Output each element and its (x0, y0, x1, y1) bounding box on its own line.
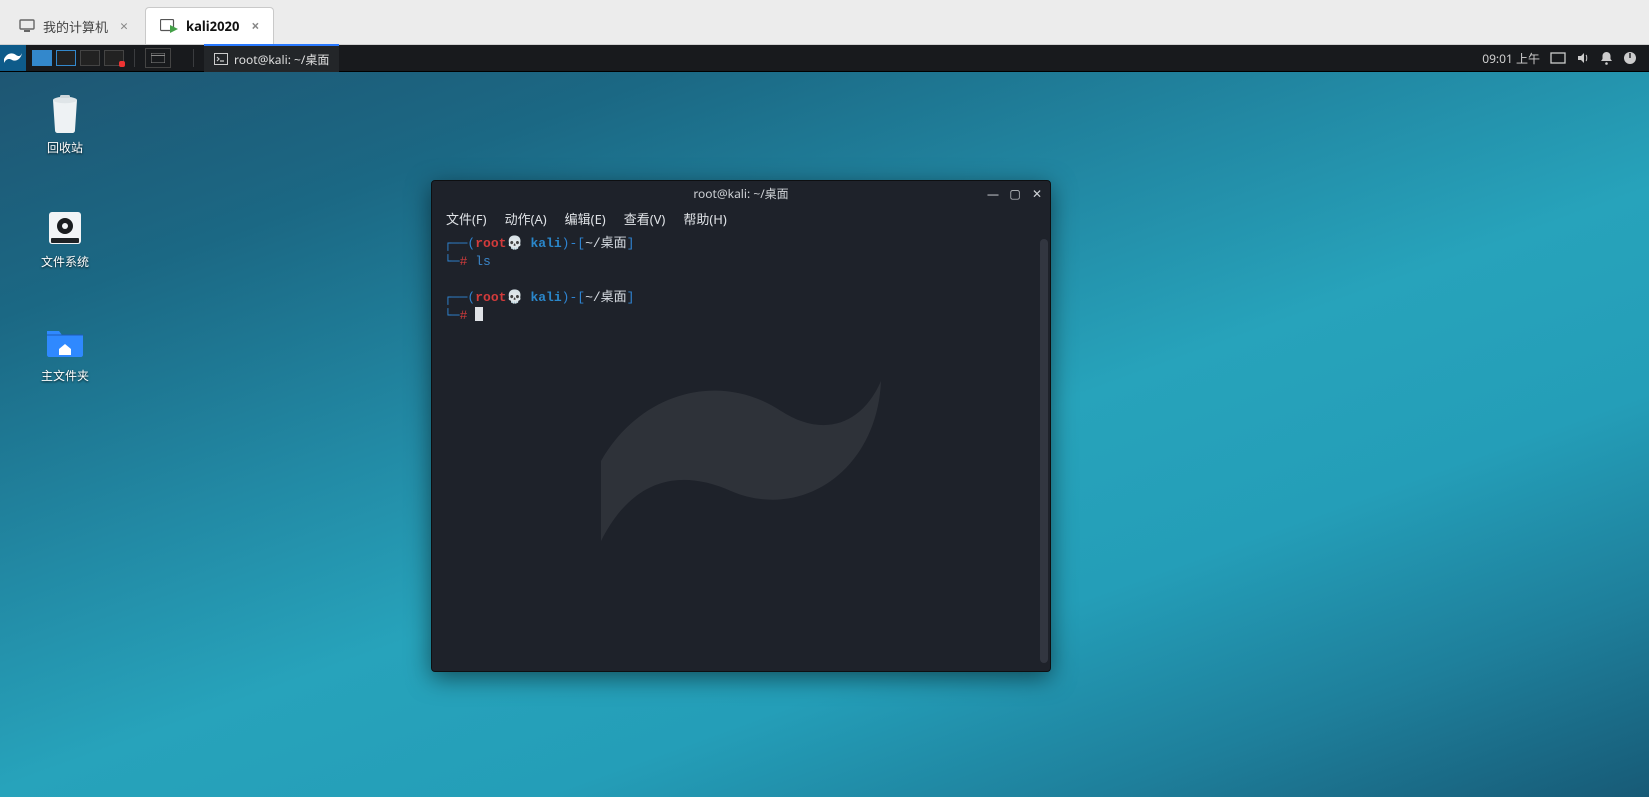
power-icon[interactable] (1623, 51, 1637, 65)
close-icon[interactable]: × (251, 17, 259, 36)
volume-icon[interactable] (1576, 51, 1590, 65)
vm-tab-mycomputer[interactable]: 我的计算机 × (4, 7, 143, 44)
terminal-cursor (475, 307, 483, 321)
clock[interactable]: 09:01 上午 (1482, 50, 1540, 67)
workspace-switcher[interactable] (32, 50, 124, 66)
vm-tab-label: kali2020 (186, 17, 239, 35)
disk-icon (47, 210, 83, 246)
terminal-scrollbar[interactable] (1040, 239, 1048, 663)
workspace-2[interactable] (56, 50, 76, 66)
monitor-icon (19, 19, 35, 33)
terminal-window[interactable]: root@kali: ~/桌面 — ▢ ✕ 文件(F) 动作(A) 编辑(E) … (431, 180, 1051, 672)
workspace-3[interactable] (80, 50, 100, 66)
desktop-icon-label: 文件系统 (41, 253, 89, 270)
desktop-icon-trash[interactable]: 回收站 (20, 93, 110, 156)
kali-dragon-icon (581, 331, 901, 571)
window-minimize-button[interactable]: — (986, 185, 1000, 202)
window-icon (151, 53, 165, 63)
terminal-titlebar[interactable]: root@kali: ~/桌面 — ▢ ✕ (432, 181, 1050, 205)
terminal-menubar: 文件(F) 动作(A) 编辑(E) 查看(V) 帮助(H) (432, 205, 1050, 231)
home-folder-icon (45, 325, 85, 359)
vm-tab-kali2020[interactable]: kali2020 × (145, 7, 274, 44)
desktop-icon-filesystem[interactable]: 文件系统 (20, 207, 110, 270)
notifications-icon[interactable] (1600, 51, 1613, 65)
menu-help[interactable]: 帮助(H) (683, 209, 726, 228)
vm-tab-strip: 我的计算机 × kali2020 × (0, 0, 1649, 45)
workspace-4[interactable] (104, 50, 124, 66)
desktop-icon-home[interactable]: 主文件夹 (20, 321, 110, 384)
desktop-icon-label: 主文件夹 (41, 367, 89, 384)
workspace-1[interactable] (32, 50, 52, 66)
taskbar-item-terminal[interactable]: root@kali: ~/桌面 (204, 44, 339, 72)
menu-edit[interactable]: 编辑(E) (565, 209, 606, 228)
vm-running-icon (160, 19, 178, 33)
display-icon[interactable] (1550, 52, 1566, 64)
window-maximize-button[interactable]: ▢ (1008, 185, 1022, 202)
show-desktop-button[interactable] (145, 48, 171, 68)
system-tray: 09:01 上午 (1470, 50, 1649, 67)
kali-menu-button[interactable] (0, 45, 26, 71)
vm-tab-label: 我的计算机 (43, 17, 108, 36)
desktop-icon-label: 回收站 (47, 139, 83, 156)
window-close-button[interactable]: ✕ (1030, 185, 1044, 202)
panel-separator (134, 49, 135, 67)
menu-view[interactable]: 查看(V) (624, 209, 666, 228)
terminal-body[interactable]: ┌──(root💀 kali)-[~/桌面] └─# ls ┌──(root💀 … (432, 231, 1050, 671)
kali-top-panel: root@kali: ~/桌面 09:01 上午 (0, 45, 1649, 72)
close-icon[interactable]: × (120, 17, 128, 36)
terminal-icon (214, 53, 228, 65)
panel-separator (193, 49, 194, 67)
taskbar-item-label: root@kali: ~/桌面 (234, 51, 329, 68)
menu-file[interactable]: 文件(F) (446, 209, 487, 228)
kali-logo-icon (3, 49, 23, 67)
terminal-title-text: root@kali: ~/桌面 (693, 185, 788, 202)
trash-icon (48, 94, 82, 134)
menu-action[interactable]: 动作(A) (505, 209, 547, 228)
guest-desktop: root@kali: ~/桌面 09:01 上午 回收站 文件系统 主文件夹 (0, 45, 1649, 797)
